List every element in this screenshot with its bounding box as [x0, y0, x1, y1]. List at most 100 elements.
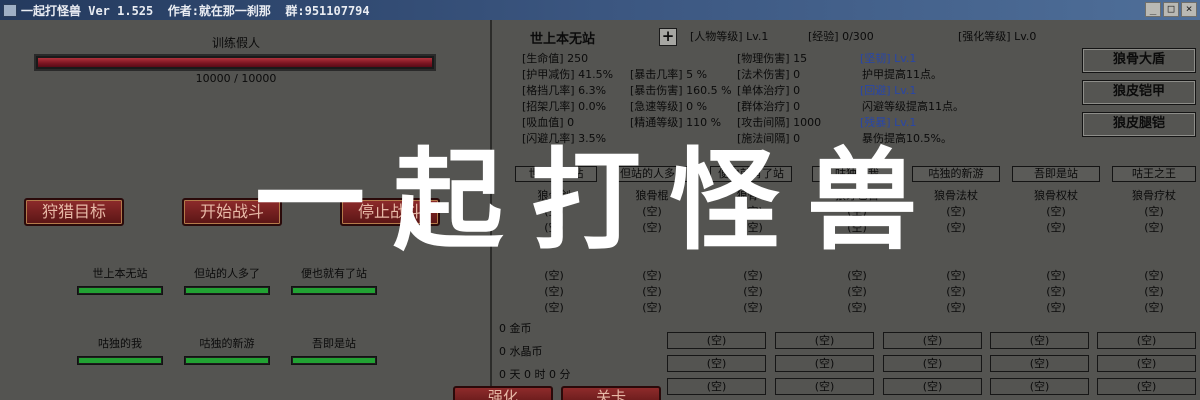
- enemy-name: 训练假人: [211, 36, 260, 50]
- maximize-button[interactable]: □: [1163, 2, 1179, 17]
- stat-haste: [急速等级] 0 %: [630, 100, 708, 113]
- stat-hp: [生命值] 250: [522, 52, 589, 65]
- inventory-slot[interactable]: (空): [775, 378, 874, 395]
- member-hp-bar: [184, 356, 270, 365]
- empty-slot[interactable]: (空): [1016, 300, 1096, 316]
- member-hp-fill: [186, 288, 268, 293]
- party-member[interactable]: 便也就有了站: [289, 265, 379, 295]
- member-hp-bar: [77, 286, 163, 295]
- empty-slot[interactable]: (空): [1114, 300, 1194, 316]
- play-time: 0 天 0 时 0 分: [499, 368, 571, 381]
- stat-mastery: [精通等级] 110 %: [630, 116, 722, 129]
- inventory-slot[interactable]: (空): [667, 355, 766, 372]
- inventory-slot[interactable]: (空): [1097, 332, 1196, 349]
- stat-block: [格挡几率] 6.3%: [522, 84, 607, 97]
- empty-slot[interactable]: (空): [514, 284, 594, 300]
- character-level: [人物等级] Lv.1: [690, 30, 769, 43]
- stat-lifesteal: [吸血值] 0: [522, 116, 575, 129]
- crystal-count: 0 水晶币: [499, 345, 543, 358]
- skill-name[interactable]: [回避] Lv.1: [860, 83, 916, 99]
- equip-shield-button[interactable]: 狼骨大盾: [1082, 48, 1196, 73]
- empty-slot[interactable]: (空): [612, 284, 692, 300]
- member-hp-fill: [293, 288, 375, 293]
- add-stat-button[interactable]: +: [659, 28, 677, 46]
- empty-slot[interactable]: (空): [916, 284, 996, 300]
- empty-slot[interactable]: (空): [514, 268, 594, 284]
- empty-slot[interactable]: (空): [817, 268, 897, 284]
- character-exp: [经验] 0/300: [808, 30, 874, 43]
- skill-desc: 护甲提高11点。: [862, 68, 942, 81]
- member-hp-fill: [79, 288, 161, 293]
- inventory-slot[interactable]: (空): [990, 355, 1089, 372]
- member-name: 咕独的我: [98, 337, 142, 350]
- skill-name[interactable]: [坚韧] Lv.1: [860, 51, 916, 67]
- member-hp-fill: [293, 358, 375, 363]
- minimize-button[interactable]: _: [1145, 2, 1161, 17]
- stat-parry: [招架几率] 0.0%: [522, 100, 607, 113]
- skill-name[interactable]: [残暴] Lv.1: [860, 115, 916, 131]
- empty-slot[interactable]: (空): [612, 268, 692, 284]
- inventory-slot[interactable]: (空): [883, 378, 982, 395]
- inventory-slot[interactable]: (空): [990, 332, 1089, 349]
- enhance-button[interactable]: 强化: [453, 386, 553, 400]
- party-member[interactable]: 咕独的新游: [182, 335, 272, 365]
- empty-slot[interactable]: (空): [713, 268, 793, 284]
- empty-slot[interactable]: (空): [817, 300, 897, 316]
- empty-slot[interactable]: (空): [916, 268, 996, 284]
- party-member[interactable]: 吾即是站: [289, 335, 379, 365]
- member-name: 吾即是站: [312, 337, 356, 350]
- gold-count: 0 金币: [499, 322, 532, 335]
- inventory-slot[interactable]: (空): [883, 355, 982, 372]
- inventory-slot[interactable]: (空): [667, 332, 766, 349]
- member-hp-bar: [77, 356, 163, 365]
- party-member[interactable]: 但站的人多了: [182, 265, 272, 295]
- inventory-slot[interactable]: (空): [775, 355, 874, 372]
- member-hp-bar: [291, 286, 377, 295]
- empty-slot[interactable]: (空): [916, 300, 996, 316]
- window-controls: _ □ ×: [1145, 2, 1197, 17]
- empty-slot[interactable]: (空): [514, 300, 594, 316]
- inventory-slot[interactable]: (空): [883, 332, 982, 349]
- stat-group-heal: [群体治疗] 0: [737, 100, 801, 113]
- stat-crit-chance: [暴击几率] 5 %: [630, 68, 708, 81]
- inventory-slot[interactable]: (空): [667, 378, 766, 395]
- stat-single-heal: [单体治疗] 0: [737, 84, 801, 97]
- member-hp-fill: [79, 358, 161, 363]
- window-title: 一起打怪兽 Ver 1.525 作者:就在那一刹那 群:951107794: [21, 3, 370, 18]
- enemy-hp-bar: [34, 54, 436, 71]
- empty-slot[interactable]: (空): [1016, 284, 1096, 300]
- inventory-slot[interactable]: (空): [775, 332, 874, 349]
- empty-slot[interactable]: (空): [1114, 268, 1194, 284]
- member-name: 世上本无站: [92, 267, 148, 280]
- member-hp-bar: [291, 356, 377, 365]
- stat-magic-dmg: [法术伤害] 0: [737, 68, 801, 81]
- empty-slot[interactable]: (空): [713, 300, 793, 316]
- enemy-hp-fill: [38, 58, 432, 67]
- party-member[interactable]: 咕独的我: [75, 335, 165, 365]
- member-name: 咕独的新游: [199, 337, 255, 350]
- member-name: 但站的人多了: [194, 267, 260, 280]
- stat-crit-damage: [暴击伤害] 160.5 %: [630, 84, 732, 97]
- empty-slot[interactable]: (空): [713, 284, 793, 300]
- app-icon: [3, 3, 17, 17]
- empty-slot[interactable]: (空): [612, 300, 692, 316]
- member-hp-bar: [184, 286, 270, 295]
- stage-button[interactable]: 关卡: [561, 386, 661, 400]
- title-bar: 一起打怪兽 Ver 1.525 作者:就在那一刹那 群:951107794 _ …: [0, 0, 1200, 20]
- equip-legs-button[interactable]: 狼皮腿铠: [1082, 112, 1196, 137]
- party-member[interactable]: 世上本无站: [75, 265, 165, 295]
- close-button[interactable]: ×: [1181, 2, 1197, 17]
- empty-slot[interactable]: (空): [1016, 268, 1096, 284]
- game-logo-title: 一起打怪兽: [255, 137, 945, 265]
- enhance-level: [强化等级] Lv.0: [958, 30, 1037, 43]
- empty-slot[interactable]: (空): [1114, 284, 1194, 300]
- stat-armor: [护甲减伤] 41.5%: [522, 68, 614, 81]
- skill-desc: 闪避等级提高11点。: [862, 100, 964, 113]
- member-name: 便也就有了站: [301, 267, 367, 280]
- inventory-slot[interactable]: (空): [990, 378, 1089, 395]
- stat-phys-dmg: [物理伤害] 15: [737, 52, 808, 65]
- empty-slot[interactable]: (空): [817, 284, 897, 300]
- equip-armor-button[interactable]: 狼皮铠甲: [1082, 80, 1196, 105]
- inventory-slot[interactable]: (空): [1097, 355, 1196, 372]
- inventory-slot[interactable]: (空): [1097, 378, 1196, 395]
